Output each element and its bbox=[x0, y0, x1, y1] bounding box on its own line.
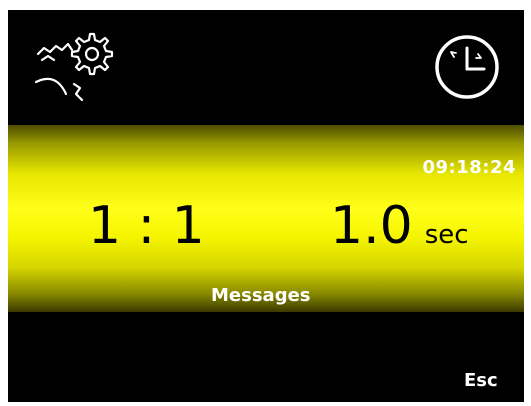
messages-button[interactable]: Messages bbox=[211, 285, 311, 306]
status-band: 09:18:24 1 : 1 1.0 sec Messages bbox=[8, 125, 524, 312]
duration-unit: sec bbox=[424, 220, 469, 250]
current-time: 09:18:24 bbox=[422, 157, 516, 178]
ratio-value: 1 : 1 bbox=[88, 196, 205, 256]
top-bar bbox=[8, 10, 524, 122]
device-screen: 09:18:24 1 : 1 1.0 sec Messages Esc bbox=[8, 10, 524, 402]
clock-icon[interactable] bbox=[432, 32, 502, 102]
duration-readout: 1.0 sec bbox=[330, 200, 469, 252]
esc-button[interactable]: Esc bbox=[464, 370, 498, 391]
gears-icon[interactable] bbox=[30, 24, 120, 104]
duration-value: 1.0 bbox=[330, 196, 413, 256]
